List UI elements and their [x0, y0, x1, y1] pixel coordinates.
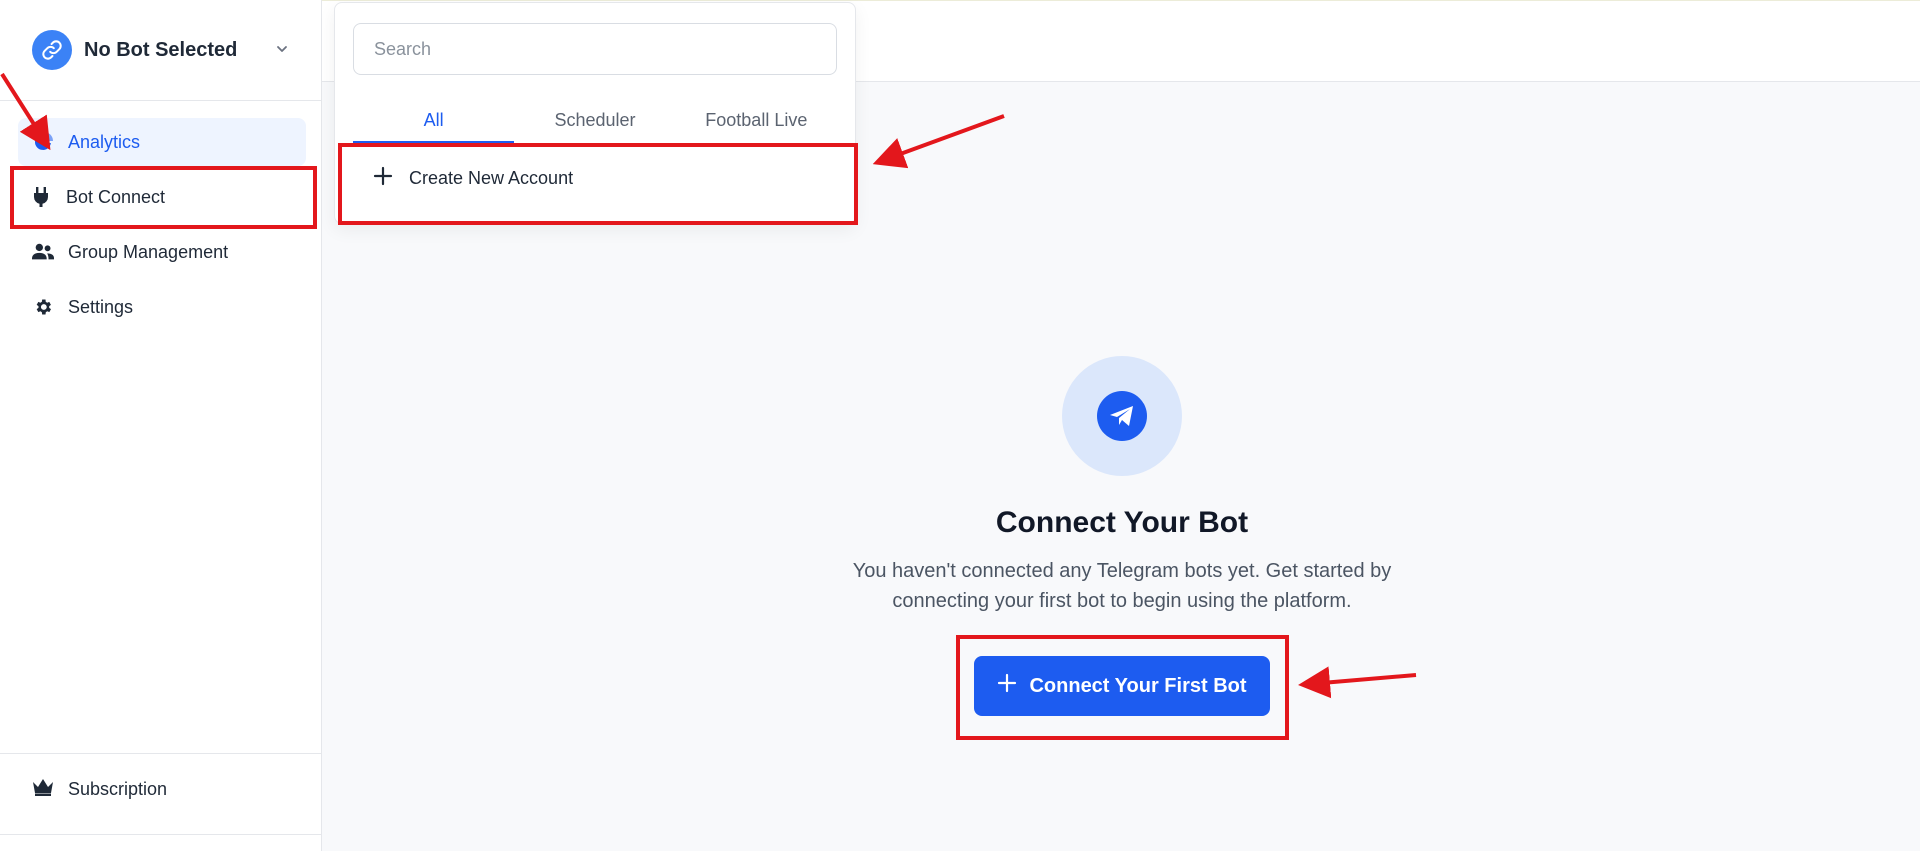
- bot-selector-label: No Bot Selected: [84, 38, 238, 61]
- tab-all[interactable]: All: [353, 99, 515, 144]
- annotation-arrow: [872, 114, 1005, 169]
- search-input[interactable]: [353, 23, 837, 75]
- highlight-box-connect-button: [956, 635, 1289, 740]
- tab-football-live[interactable]: Football Live: [676, 99, 837, 143]
- annotation-arrow: [1298, 666, 1417, 699]
- users-icon: [32, 241, 54, 263]
- crown-icon: [32, 778, 54, 801]
- sidebar-footer: Subscription: [0, 753, 321, 835]
- chevron-down-icon: [275, 42, 289, 61]
- empty-state-description: You haven't connected any Telegram bots …: [852, 560, 1392, 612]
- sidebar-item-subscription[interactable]: Subscription: [32, 778, 167, 801]
- bot-selector[interactable]: No Bot Selected: [0, 0, 321, 101]
- gear-icon: [32, 296, 54, 318]
- telegram-icon: [1097, 391, 1147, 441]
- sidebar-item-label: Group Management: [68, 241, 229, 262]
- highlight-box-create-account: [338, 143, 858, 225]
- dropdown-tabs: All Scheduler Football Live: [353, 99, 837, 144]
- link-icon: [32, 30, 72, 70]
- sidebar-item-label: Subscription: [68, 779, 168, 799]
- sidebar-item-analytics[interactable]: Analytics: [18, 118, 306, 166]
- pie-chart-icon: [32, 131, 54, 153]
- sidebar-item-label: Settings: [68, 296, 134, 317]
- empty-state-title: Connect Your Bot: [995, 506, 1249, 539]
- highlight-box-bot-connect: [10, 166, 317, 229]
- tab-scheduler[interactable]: Scheduler: [514, 99, 675, 143]
- sidebar-item-group-management[interactable]: Group Management: [18, 228, 306, 276]
- sidebar-item-settings[interactable]: Settings: [18, 283, 306, 331]
- sidebar-item-label: Analytics: [68, 131, 141, 152]
- sidebar: No Bot Selected Analytics Bot Connect Gr…: [0, 0, 322, 851]
- empty-state-icon-circle: [1062, 356, 1182, 476]
